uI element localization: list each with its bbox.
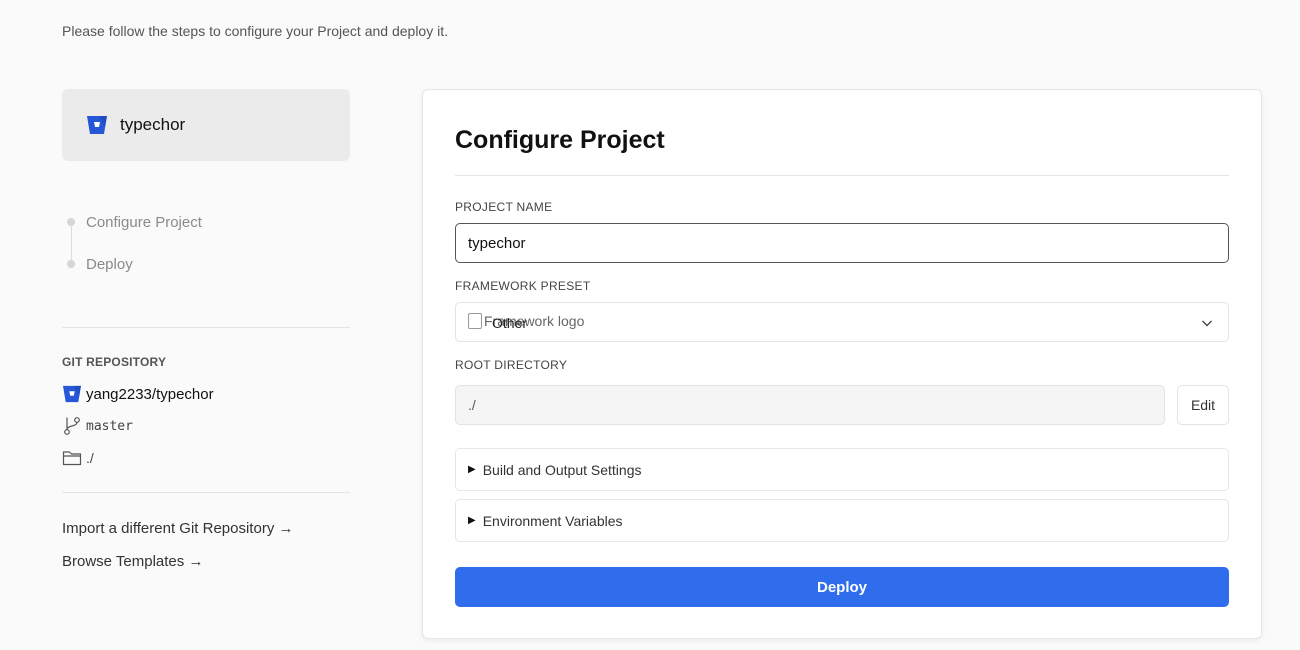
git-branch-name: master xyxy=(86,418,133,434)
steps-list: Configure Project Deploy xyxy=(62,210,350,294)
environment-variables-toggle[interactable]: ▶ Environment Variables xyxy=(455,499,1229,542)
git-directory: ./ xyxy=(86,450,94,466)
card-divider xyxy=(455,175,1229,176)
root-directory-input: ./ xyxy=(455,385,1165,425)
step-label: Deploy xyxy=(86,255,133,273)
import-repository-link[interactable]: Import a different Git Repository → xyxy=(62,520,293,537)
edit-root-directory-button[interactable]: Edit xyxy=(1177,385,1229,425)
intro-text: Please follow the steps to configure you… xyxy=(62,23,448,39)
step-label: Configure Project xyxy=(86,213,202,231)
step-dot xyxy=(67,260,75,268)
git-directory-row: ./ xyxy=(62,449,94,467)
folder-icon xyxy=(62,451,82,466)
card-title: Configure Project xyxy=(455,126,665,154)
project-name-input[interactable] xyxy=(455,223,1229,263)
step-deploy: Deploy xyxy=(62,252,350,276)
root-directory-value: ./ xyxy=(468,397,476,413)
page: Please follow the steps to configure you… xyxy=(0,0,1300,650)
framework-preset-select[interactable]: Framework logo Other xyxy=(455,302,1229,342)
project-name-label: PROJECT NAME xyxy=(455,200,553,214)
left-divider xyxy=(62,327,350,328)
git-repo-row: yang2233/typechor xyxy=(62,385,214,403)
git-repo-name: yang2233/typechor xyxy=(86,385,214,403)
deploy-button[interactable]: Deploy xyxy=(455,567,1229,607)
environment-variables-label: Environment Variables xyxy=(482,512,623,529)
step-configure-project: Configure Project xyxy=(62,210,350,234)
git-branch-row: master xyxy=(62,416,133,436)
framework-selected-value: Other xyxy=(492,315,528,331)
repo-card: typechor xyxy=(62,89,350,161)
bitbucket-icon xyxy=(87,116,107,134)
bitbucket-icon xyxy=(63,385,81,403)
caret-right-icon: ▶ xyxy=(468,515,476,526)
git-branch-icon xyxy=(64,417,80,435)
framework-preset-label: FRAMEWORK PRESET xyxy=(455,279,591,293)
git-repository-title: GIT REPOSITORY xyxy=(62,355,167,369)
caret-right-icon: ▶ xyxy=(468,464,476,475)
build-output-settings-toggle[interactable]: ▶ Build and Output Settings xyxy=(455,448,1229,491)
root-directory-label: ROOT DIRECTORY xyxy=(455,358,568,372)
browse-templates-link[interactable]: Browse Templates → xyxy=(62,553,203,570)
build-output-settings-label: Build and Output Settings xyxy=(482,461,642,478)
left-divider xyxy=(62,492,350,493)
repo-card-name: typechor xyxy=(120,115,186,134)
chevron-down-icon xyxy=(1202,320,1212,327)
configure-project-card: Configure Project PROJECT NAME FRAMEWORK… xyxy=(422,89,1262,639)
step-dot xyxy=(67,218,75,226)
broken-image-icon xyxy=(468,313,482,329)
